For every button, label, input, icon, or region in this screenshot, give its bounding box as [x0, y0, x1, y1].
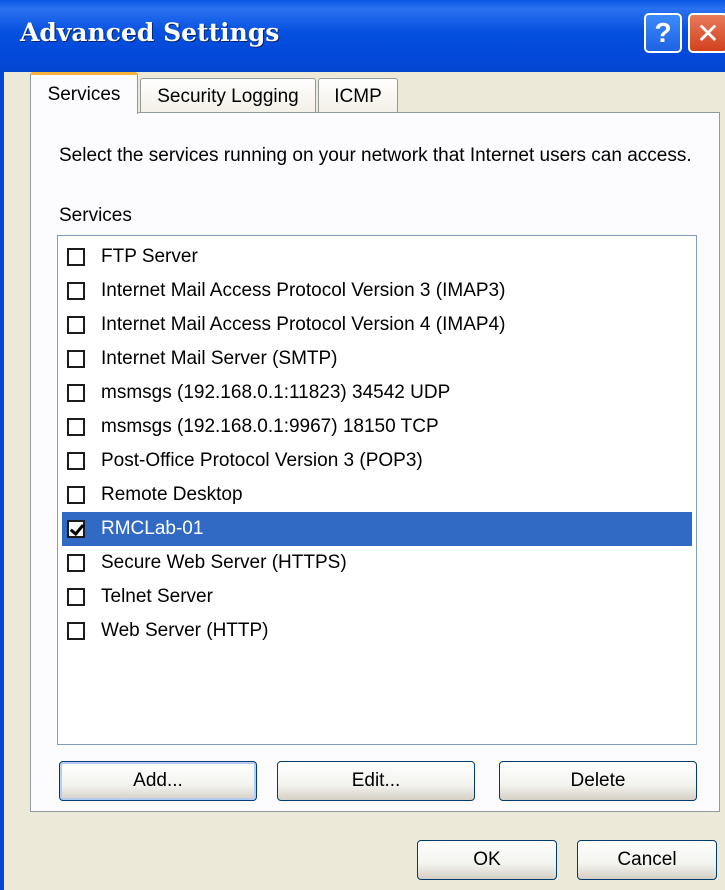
help-button[interactable]: ? — [644, 13, 682, 53]
list-item[interactable]: FTP Server — [62, 240, 692, 274]
close-icon: ✕ — [696, 17, 720, 49]
edit-button-label: Edit... — [351, 770, 401, 791]
tab-services[interactable]: Services — [30, 72, 138, 114]
dialog-title: Advanced Settings — [20, 18, 280, 47]
list-item[interactable]: Remote Desktop — [62, 478, 692, 512]
service-label: Internet Mail Server (SMTP) — [101, 348, 338, 369]
service-label: FTP Server — [101, 246, 198, 267]
window-border — [0, 72, 4, 890]
edit-button[interactable]: Edit... — [277, 761, 475, 801]
list-item[interactable]: Secure Web Server (HTTPS) — [62, 546, 692, 580]
service-checkbox[interactable] — [67, 418, 85, 436]
service-label: Internet Mail Access Protocol Version 3 … — [101, 280, 506, 301]
service-label: Secure Web Server (HTTPS) — [101, 552, 347, 573]
delete-button[interactable]: Delete — [499, 761, 697, 801]
service-checkbox[interactable] — [67, 248, 85, 266]
service-checkbox[interactable] — [67, 384, 85, 402]
help-icon: ? — [654, 17, 672, 48]
service-label: Web Server (HTTP) — [101, 620, 269, 641]
service-checkbox[interactable] — [67, 622, 85, 640]
advanced-settings-dialog: Advanced Settings ? ✕ Services Security … — [0, 0, 725, 890]
service-checkbox-checked[interactable] — [67, 520, 85, 538]
service-label: Remote Desktop — [101, 484, 243, 505]
service-label: Telnet Server — [101, 586, 213, 607]
tab-security-logging-label: Security Logging — [157, 85, 299, 107]
service-checkbox[interactable] — [67, 282, 85, 300]
tab-services-label: Services — [47, 83, 121, 105]
list-item[interactable]: Telnet Server — [62, 580, 692, 614]
service-checkbox[interactable] — [67, 588, 85, 606]
list-item[interactable]: Internet Mail Access Protocol Version 3 … — [62, 274, 692, 308]
service-label: msmsgs (192.168.0.1:11823) 34542 UDP — [101, 382, 451, 403]
services-description: Select the services running on your netw… — [59, 145, 692, 166]
service-checkbox[interactable] — [67, 486, 85, 504]
service-checkbox[interactable] — [67, 350, 85, 368]
title-bar[interactable]: Advanced Settings ? ✕ — [0, 0, 725, 72]
list-item[interactable]: Web Server (HTTP) — [62, 614, 692, 648]
close-button[interactable]: ✕ — [688, 13, 725, 53]
service-checkbox[interactable] — [67, 316, 85, 334]
service-label: Internet Mail Access Protocol Version 4 … — [101, 314, 506, 335]
tab-icmp[interactable]: ICMP — [318, 78, 398, 114]
service-label: msmsgs (192.168.0.1:9967) 18150 TCP — [101, 416, 439, 437]
delete-button-label: Delete — [570, 770, 626, 791]
cancel-button[interactable]: Cancel — [577, 840, 717, 880]
service-label: RMCLab-01 — [101, 518, 204, 539]
add-button[interactable]: Add... — [59, 761, 257, 801]
services-tab-panel: Select the services running on your netw… — [30, 112, 720, 812]
list-item[interactable]: msmsgs (192.168.0.1:9967) 18150 TCP — [62, 410, 692, 444]
list-item[interactable]: msmsgs (192.168.0.1:11823) 34542 UDP — [62, 376, 692, 410]
list-item[interactable]: Internet Mail Server (SMTP) — [62, 342, 692, 376]
tab-icmp-label: ICMP — [334, 85, 382, 107]
ok-button-label: OK — [473, 849, 501, 870]
add-button-label: Add... — [133, 770, 183, 791]
service-label: Post-Office Protocol Version 3 (POP3) — [101, 450, 423, 471]
services-list-label: Services — [59, 205, 132, 226]
services-listbox[interactable]: FTP Server Internet Mail Access Protocol… — [57, 235, 697, 745]
cancel-button-label: Cancel — [617, 849, 677, 870]
list-item[interactable]: Internet Mail Access Protocol Version 4 … — [62, 308, 692, 342]
list-item-selected[interactable]: RMCLab-01 — [62, 512, 692, 546]
service-checkbox[interactable] — [67, 452, 85, 470]
ok-button[interactable]: OK — [417, 840, 557, 880]
list-item[interactable]: Post-Office Protocol Version 3 (POP3) — [62, 444, 692, 478]
tab-security-logging[interactable]: Security Logging — [140, 78, 316, 114]
service-checkbox[interactable] — [67, 554, 85, 572]
